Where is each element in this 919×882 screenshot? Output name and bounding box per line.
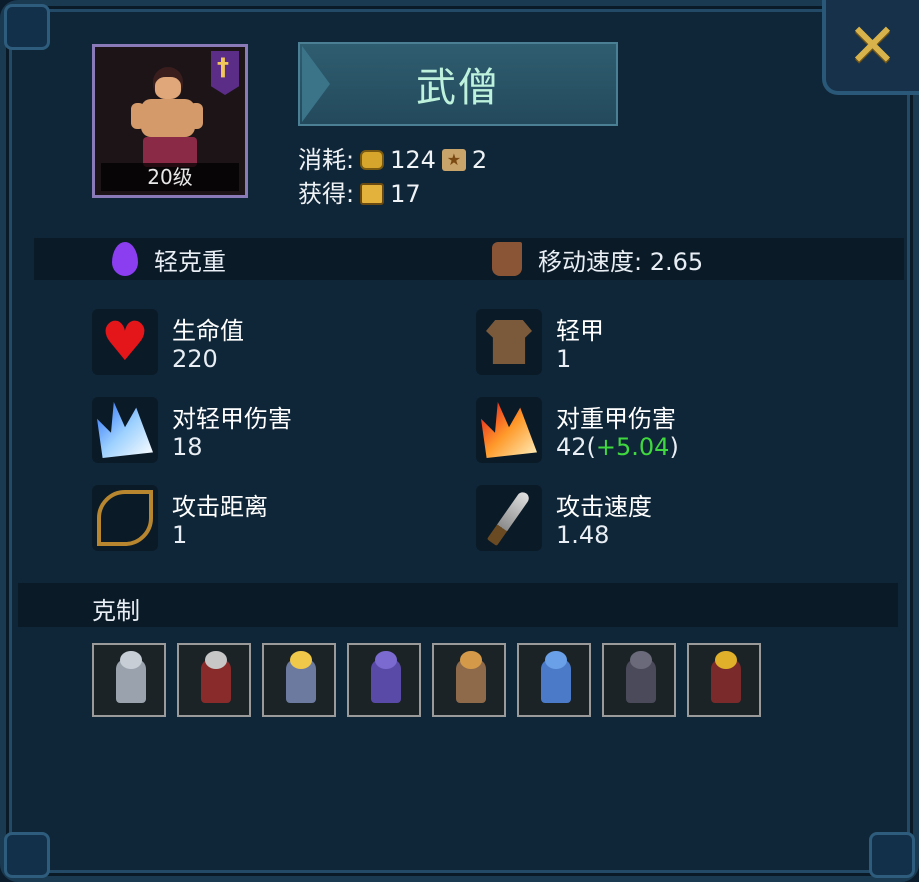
gain-row: 获得: 17 <box>298 177 487 211</box>
stat-hp: ♥ 生命值 220 <box>92 309 412 379</box>
gold-cost: 124 <box>390 146 436 174</box>
stat-label: 生命值 <box>172 317 244 345</box>
rank-badge-icon <box>211 51 239 95</box>
boot-icon <box>492 242 522 276</box>
unit-name: 武僧 <box>416 65 500 111</box>
stat-armor: 轻甲 1 <box>476 309 796 379</box>
close-paren: ) <box>669 433 679 461</box>
gold-coin-icon <box>360 150 385 170</box>
stat-dmg-light: 对轻甲伤害 18 <box>92 397 412 467</box>
move-speed: 移动速度: 2.65 <box>492 238 703 280</box>
unit-head <box>120 651 142 669</box>
corner-ornament-bottom-left <box>4 832 50 878</box>
unit-head <box>545 651 567 669</box>
stat-label: 攻击速度 <box>556 493 652 521</box>
book-icon <box>360 183 385 205</box>
counter-type: 轻克重 <box>112 238 226 280</box>
consume-row: 消耗: 124 ★ 2 <box>298 143 487 177</box>
unit-portrait: 20级 <box>92 44 248 198</box>
counter-units-list <box>92 643 761 717</box>
counter-unit-spear-knight[interactable] <box>92 643 166 717</box>
stat-value: 1 <box>556 345 572 373</box>
stat-value: 220 <box>172 345 218 373</box>
stat-dmg-heavy: 对重甲伤害 42(+5.04) <box>476 397 796 467</box>
move-speed-label: 移动速度: 2.65 <box>538 247 704 276</box>
unit-level: 20级 <box>101 163 239 191</box>
bow-icon <box>92 485 158 551</box>
bonus-value: +5.04 <box>595 433 670 461</box>
unit-head <box>715 651 737 669</box>
base-value: 42( <box>556 433 596 461</box>
counter-type-label: 轻克重 <box>154 247 226 276</box>
shirt-icon <box>476 309 542 375</box>
stat-value: 42(+5.04) <box>556 433 679 461</box>
unit-name-banner: 武僧 <box>298 42 618 126</box>
stat-label: 对重甲伤害 <box>556 405 676 433</box>
monk-figure <box>131 67 203 167</box>
counter-unit-blonde-warrior[interactable] <box>262 643 336 717</box>
stat-range: 攻击距离 1 <box>92 485 412 555</box>
counter-unit-blue-dragon[interactable] <box>517 643 591 717</box>
unit-head <box>630 651 652 669</box>
heart-icon: ♥ <box>92 309 158 375</box>
stat-atk-speed: 攻击速度 1.48 <box>476 485 796 555</box>
knife-icon <box>476 485 542 551</box>
counters-title: 克制 <box>92 597 140 625</box>
stat-label: 攻击距离 <box>172 493 268 521</box>
stat-value: 18 <box>172 433 203 461</box>
consume-label: 消耗: <box>298 146 355 174</box>
unit-head <box>375 651 397 669</box>
counter-unit-samurai[interactable] <box>687 643 761 717</box>
stat-label: 轻甲 <box>556 317 604 345</box>
blue-flame-icon <box>92 397 158 463</box>
red-flame-icon <box>476 397 542 463</box>
corner-ornament-top-left <box>4 4 50 50</box>
counter-unit-horned-warrior[interactable] <box>432 643 506 717</box>
gain-label: 获得: <box>298 180 355 208</box>
unit-head <box>205 651 227 669</box>
stat-label: 对轻甲伤害 <box>172 405 292 433</box>
counters-header: 克制 <box>18 583 898 627</box>
close-icon: ✕ <box>847 10 898 81</box>
star-card-icon: ★ <box>441 149 466 171</box>
close-button[interactable]: ✕ <box>822 0 919 95</box>
stat-value: 1 <box>172 521 188 549</box>
star-cost: 2 <box>471 146 488 174</box>
cost-info: 消耗: 124 ★ 2 获得: 17 <box>298 143 487 211</box>
unit-head <box>460 651 482 669</box>
chevron-right-icon <box>302 46 330 122</box>
traits-strip: 轻克重 移动速度: 2.65 <box>34 238 904 280</box>
unit-head <box>290 651 312 669</box>
counter-unit-purple-crossbowman[interactable] <box>347 643 421 717</box>
corner-ornament-bottom-right <box>869 832 915 878</box>
gain-value: 17 <box>390 180 421 208</box>
counter-unit-red-plume-knight[interactable] <box>177 643 251 717</box>
counter-unit-dark-knight[interactable] <box>602 643 676 717</box>
stat-value: 1.48 <box>556 521 610 549</box>
purple-drop-icon <box>112 242 138 276</box>
